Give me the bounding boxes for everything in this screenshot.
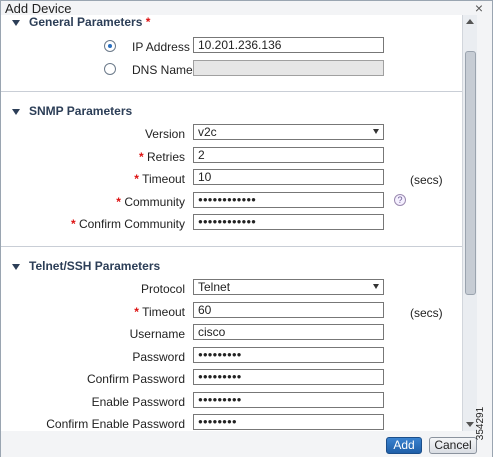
section-snmp-header[interactable]: SNMP Parameters <box>1 104 462 122</box>
add-device-dialog: Add Device × General Parameters * IP Add… <box>0 0 493 457</box>
vertical-scrollbar[interactable] <box>462 15 477 431</box>
section-telnet-title: Telnet/SSH Parameters <box>29 259 161 273</box>
snmp-timeout-label-text: Timeout <box>142 172 185 186</box>
close-icon[interactable]: × <box>475 0 483 16</box>
required-asterisk: * <box>116 195 121 209</box>
dns-name-label: DNS Name <box>132 63 193 77</box>
section-general-header[interactable]: General Parameters * <box>1 15 462 33</box>
snmp-timeout-input[interactable]: 10 <box>193 169 384 185</box>
ip-address-radio[interactable] <box>104 40 116 52</box>
dns-name-radio[interactable] <box>104 63 116 75</box>
retries-label-text: Retries <box>146 150 185 164</box>
dialog-content[interactable]: General Parameters * IP Address 10.201.2… <box>1 15 462 431</box>
protocol-label: Protocol <box>140 282 185 296</box>
enable-password-label: Enable Password <box>91 395 185 409</box>
confirm-enable-password-input[interactable]: ●●●●●●●● <box>193 414 384 430</box>
collapse-triangle-icon[interactable] <box>12 264 20 270</box>
telnet-timeout-unit: (secs) <box>410 306 443 320</box>
section-divider <box>1 246 462 247</box>
figure-id-text: 354291 <box>475 406 487 441</box>
telnet-timeout-label: * Timeout <box>134 305 185 319</box>
section-general-title: General Parameters * <box>29 15 150 29</box>
community-input[interactable]: ●●●●●●●●●●●● <box>193 192 384 208</box>
confirm-password-input[interactable]: ●●●●●●●●● <box>193 369 384 385</box>
version-select[interactable]: v2c <box>193 124 384 140</box>
dialog-title: Add Device <box>5 1 72 16</box>
chevron-down-icon <box>373 284 379 289</box>
dialog-titlebar: Add Device × <box>1 0 492 16</box>
required-asterisk: * <box>138 150 144 164</box>
required-asterisk: * <box>145 15 151 29</box>
dialog-footer: Add Cancel <box>1 431 492 457</box>
required-asterisk: * <box>134 172 139 186</box>
username-input[interactable]: cisco <box>193 324 384 340</box>
scrollbar-thumb[interactable] <box>465 51 476 295</box>
version-label: Version <box>144 127 185 141</box>
telnet-timeout-label-text: Timeout <box>142 305 185 319</box>
community-label-text: Community <box>124 195 185 209</box>
snmp-timeout-unit: (secs) <box>410 173 443 187</box>
required-asterisk: * <box>70 217 76 231</box>
retries-input[interactable]: 2 <box>193 147 384 163</box>
version-select-value: v2c <box>198 125 217 139</box>
required-asterisk: * <box>134 305 139 319</box>
dns-name-input[interactable] <box>193 60 384 76</box>
retries-label: * Retries <box>139 150 185 164</box>
ip-address-label: IP Address <box>132 40 190 54</box>
confirm-community-label-text: Confirm Community <box>78 217 185 231</box>
confirm-community-input[interactable]: ●●●●●●●●●●●● <box>193 214 384 230</box>
password-label: Password <box>132 350 185 364</box>
section-divider <box>1 91 462 92</box>
confirm-community-label: * Confirm Community <box>71 217 185 231</box>
cancel-button[interactable]: Cancel <box>429 437 477 454</box>
confirm-enable-password-label: Confirm Enable Password <box>46 417 185 431</box>
section-snmp-title: SNMP Parameters <box>29 104 133 118</box>
chevron-down-icon <box>373 129 379 134</box>
username-label: Username <box>129 327 185 341</box>
collapse-triangle-icon[interactable] <box>12 109 20 115</box>
section-general-title-text: General Parameters <box>29 15 143 29</box>
ip-address-input[interactable]: 10.201.236.136 <box>193 37 384 53</box>
enable-password-input[interactable]: ●●●●●●●●● <box>193 392 384 408</box>
help-icon[interactable]: ? <box>394 194 406 206</box>
scroll-down-arrow-icon[interactable] <box>466 422 474 427</box>
section-telnet-header[interactable]: Telnet/SSH Parameters <box>1 259 462 277</box>
radio-selected-dot <box>108 44 112 48</box>
figure-id: 354291 <box>475 400 498 450</box>
telnet-timeout-input[interactable]: 60 <box>193 302 384 318</box>
protocol-select-value: Telnet <box>198 280 231 294</box>
community-label: * Community <box>116 195 185 209</box>
protocol-select[interactable]: Telnet <box>193 279 384 295</box>
confirm-password-label: Confirm Password <box>86 372 185 386</box>
password-input[interactable]: ●●●●●●●●● <box>193 347 384 363</box>
collapse-triangle-icon[interactable] <box>12 20 20 26</box>
add-button[interactable]: Add <box>386 437 422 454</box>
scroll-up-arrow-icon[interactable] <box>466 19 474 24</box>
snmp-timeout-label: * Timeout <box>134 172 185 186</box>
